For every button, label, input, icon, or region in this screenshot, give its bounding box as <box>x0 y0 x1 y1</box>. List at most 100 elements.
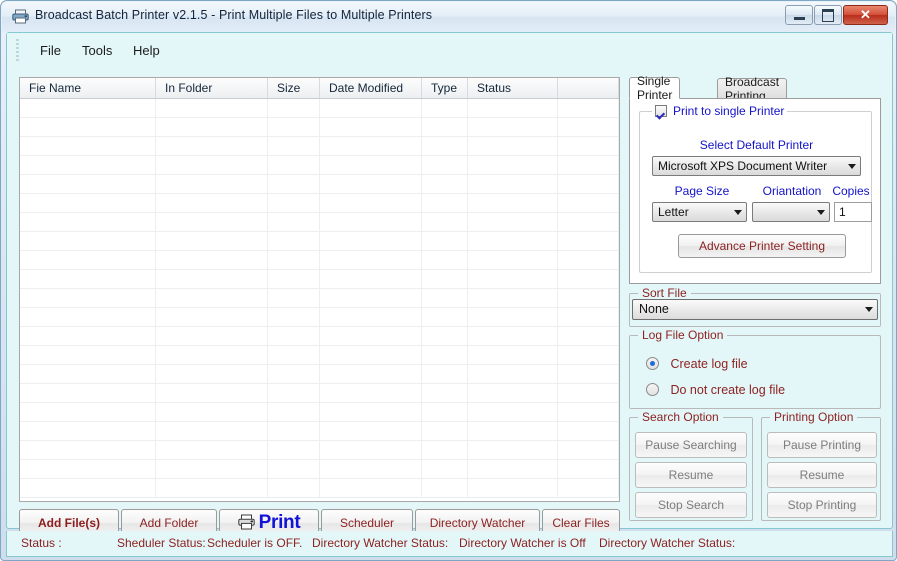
grid-body[interactable] <box>20 99 619 501</box>
default-printer-dropdown[interactable]: Microsoft XPS Document Writer <box>652 156 861 176</box>
table-row[interactable] <box>20 118 619 137</box>
table-cell <box>558 270 619 288</box>
table-row[interactable] <box>20 289 619 308</box>
print-to-single-printer-checkbox[interactable]: Print to single Printer <box>652 103 788 119</box>
table-row[interactable] <box>20 422 619 441</box>
table-cell <box>320 194 422 212</box>
table-cell <box>422 156 468 174</box>
table-cell <box>320 137 422 155</box>
table-row[interactable] <box>20 194 619 213</box>
grid-column-header[interactable]: In Folder <box>156 78 268 98</box>
table-row[interactable] <box>20 175 619 194</box>
table-row[interactable] <box>20 251 619 270</box>
grid-column-header[interactable]: Status <box>468 78 558 98</box>
table-cell <box>422 270 468 288</box>
table-row[interactable] <box>20 137 619 156</box>
table-cell <box>558 99 619 117</box>
table-cell <box>156 270 268 288</box>
table-cell <box>468 384 558 402</box>
table-cell <box>422 365 468 383</box>
table-cell <box>558 441 619 459</box>
table-cell <box>156 232 268 250</box>
grid-column-header[interactable]: Type <box>422 78 468 98</box>
table-cell <box>422 422 468 440</box>
table-row[interactable] <box>20 232 619 251</box>
table-cell <box>558 403 619 421</box>
radio-do-not-create-log-file-label: Do not create log file <box>670 383 786 397</box>
table-row[interactable] <box>20 441 619 460</box>
table-cell <box>320 118 422 136</box>
table-row[interactable] <box>20 308 619 327</box>
grid-column-header[interactable]: Size <box>268 78 320 98</box>
menu-item-tools[interactable]: Tools <box>77 41 117 60</box>
title-bar: Broadcast Batch Printer v2.1.5 - Print M… <box>2 2 895 32</box>
table-cell <box>156 308 268 326</box>
resume-searching-button[interactable]: Resume <box>635 462 747 488</box>
table-cell <box>156 194 268 212</box>
tab-single-printer[interactable]: Single Printer <box>629 74 681 102</box>
grid-column-header[interactable]: Date Modified <box>320 78 422 98</box>
client-area: File Tools Help Fie Name In Folder Size Dat… <box>6 32 893 537</box>
table-cell <box>558 289 619 307</box>
table-cell <box>20 251 156 269</box>
table-cell <box>156 289 268 307</box>
page-size-dropdown[interactable]: Letter <box>652 202 747 222</box>
table-cell <box>20 232 156 250</box>
close-button[interactable]: ✕ <box>843 5 888 25</box>
table-cell <box>20 270 156 288</box>
table-cell <box>558 118 619 136</box>
tab-broadcast-printing[interactable]: Broadcast Printing <box>717 75 788 103</box>
table-cell <box>422 251 468 269</box>
table-cell <box>558 365 619 383</box>
table-cell <box>268 156 320 174</box>
maximize-icon <box>822 8 834 22</box>
application-window: Broadcast Batch Printer v2.1.5 - Print M… <box>0 0 897 561</box>
table-row[interactable] <box>20 479 619 498</box>
table-cell <box>468 441 558 459</box>
radio-icon[interactable] <box>646 357 659 370</box>
file-list-grid[interactable]: Fie Name In Folder Size Date Modified Type St… <box>19 77 620 502</box>
orientation-dropdown[interactable] <box>752 202 830 222</box>
menu-item-help[interactable]: Help <box>128 41 165 60</box>
table-cell <box>422 232 468 250</box>
pause-searching-button[interactable]: Pause Searching <box>635 432 747 458</box>
table-row[interactable] <box>20 99 619 118</box>
sort-file-dropdown[interactable]: None <box>632 299 878 320</box>
table-row[interactable] <box>20 213 619 232</box>
table-cell <box>20 422 156 440</box>
radio-create-log-file[interactable]: Create log file <box>646 357 748 371</box>
table-row[interactable] <box>20 270 619 289</box>
resume-printing-button[interactable]: Resume <box>767 462 877 488</box>
menu-item-file[interactable]: File <box>35 41 66 60</box>
grid-column-header[interactable]: Fie Name <box>20 78 156 98</box>
minimize-button[interactable] <box>785 5 813 25</box>
table-cell <box>268 308 320 326</box>
table-row[interactable] <box>20 156 619 175</box>
advance-printer-setting-button[interactable]: Advance Printer Setting <box>678 234 846 258</box>
stop-printing-button[interactable]: Stop Printing <box>767 492 877 518</box>
table-row[interactable] <box>20 460 619 479</box>
tab-page-single-printer: Print to single Printer Select Default P… <box>629 98 881 284</box>
radio-do-not-create-log-file[interactable]: Do not create log file <box>646 383 785 397</box>
table-cell <box>20 308 156 326</box>
stop-search-button[interactable]: Stop Search <box>635 492 747 518</box>
checkbox-icon[interactable] <box>655 105 667 117</box>
table-cell <box>268 118 320 136</box>
maximize-button[interactable] <box>814 5 842 25</box>
grid-column-header[interactable] <box>558 78 619 98</box>
copies-input[interactable]: 1 <box>834 202 872 222</box>
table-cell <box>422 327 468 345</box>
close-icon: ✕ <box>860 7 871 22</box>
radio-icon[interactable] <box>646 383 659 396</box>
table-row[interactable] <box>20 346 619 365</box>
pause-printing-button[interactable]: Pause Printing <box>767 432 877 458</box>
chevron-down-icon <box>865 307 873 312</box>
table-cell <box>20 137 156 155</box>
table-row[interactable] <box>20 327 619 346</box>
table-row[interactable] <box>20 403 619 422</box>
table-cell <box>20 346 156 364</box>
table-row[interactable] <box>20 365 619 384</box>
log-file-option-groupbox: Log File Option Create log file Do not c… <box>629 328 881 409</box>
table-row[interactable] <box>20 384 619 403</box>
table-cell <box>320 175 422 193</box>
